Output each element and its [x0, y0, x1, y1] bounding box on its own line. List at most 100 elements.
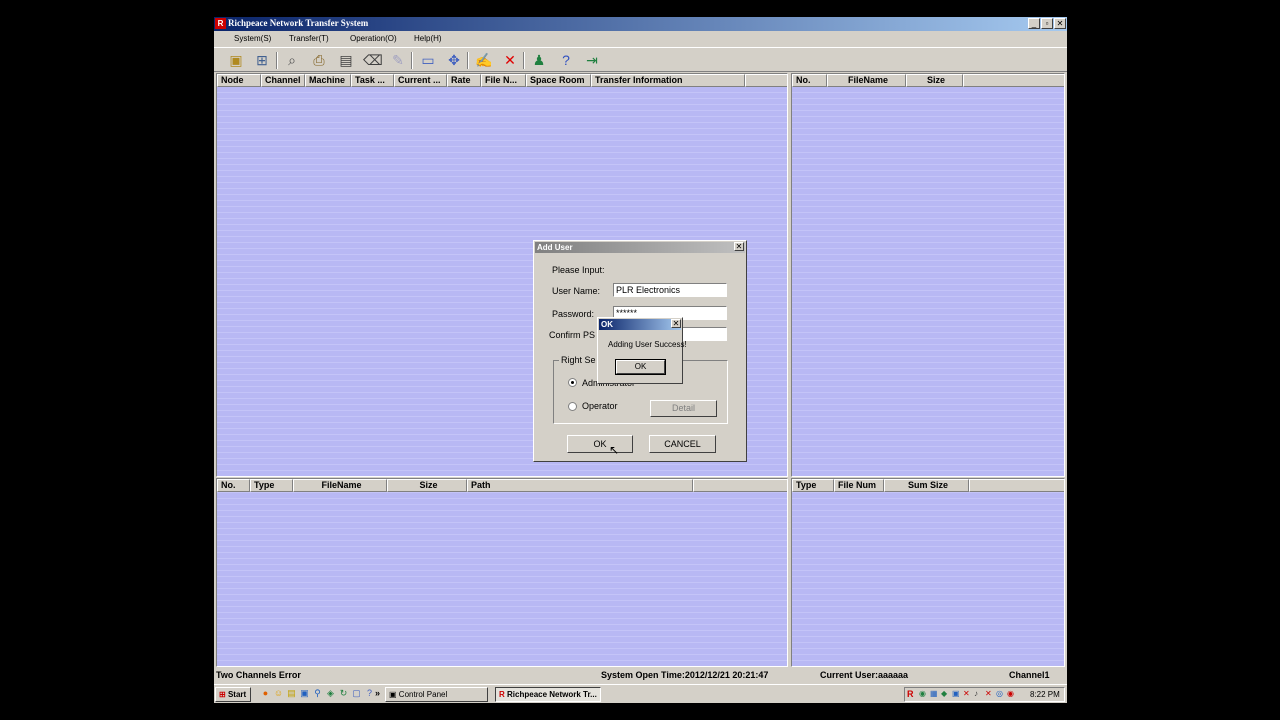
tray-icon[interactable]: ✕	[985, 689, 992, 698]
message-ok-button[interactable]: OK	[615, 359, 666, 375]
folder-icon[interactable]: ▤	[337, 51, 355, 69]
desktop-icon[interactable]: ▢	[351, 688, 362, 699]
edit-icon[interactable]: ✍	[475, 51, 493, 69]
message-close-button[interactable]: ✕	[671, 319, 681, 328]
operator-radio[interactable]	[568, 402, 577, 411]
chat-icon[interactable]: ☺	[273, 688, 284, 699]
clock[interactable]: 8:22 PM	[1030, 690, 1060, 699]
right-setting-label: Right Se	[559, 355, 598, 365]
file-list-panel[interactable]: No. FileName Size	[791, 73, 1065, 477]
tray-icon[interactable]: ◎	[996, 689, 1003, 698]
select-icon[interactable]: ▭	[419, 51, 437, 69]
column-header-task[interactable]: Task ...	[351, 74, 394, 87]
column-header-no[interactable]: No.	[217, 479, 250, 492]
help-icon[interactable]: ?	[557, 51, 575, 69]
column-header-sum-size[interactable]: Sum Size	[884, 479, 969, 492]
column-header-channel[interactable]: Channel	[261, 74, 305, 87]
task-file-panel[interactable]: No. Type FileName Size Path	[216, 478, 788, 667]
taskbar: ⊞ Start ● ☺ ▤ ▣ ⚲ ◈ ↻ ▢ ? » ▣ Control Pa…	[214, 684, 1067, 703]
toolbar: ▣ ⊞ ⌕ ⎙ ▤ ⌫ ✎ ▭ ✥ ✍ ✕ ♟ ? ⇥	[214, 47, 1067, 72]
status-error-text: Two Channels Error	[216, 670, 301, 680]
column-header-machine[interactable]: Machine	[305, 74, 351, 87]
menu-transfer[interactable]: Transfer(T)	[289, 34, 329, 43]
app-logo-icon: R	[215, 18, 226, 29]
title-bar[interactable]: R Richpeace Network Transfer System _ ▫ …	[214, 17, 1067, 31]
minimize-button[interactable]: _	[1028, 18, 1040, 29]
message-text: Adding User Success!	[608, 340, 687, 349]
user-icon[interactable]: ♟	[530, 51, 548, 69]
system-tray: R ◉ ▦ ◆ ▣ ✕ ♪ ✕ ◎ ◉ 8:22 PM	[904, 687, 1065, 702]
menu-help[interactable]: Help(H)	[414, 34, 442, 43]
user-name-input[interactable]: PLR Electronics	[613, 283, 727, 297]
trash-icon[interactable]: ⌫	[363, 51, 383, 69]
delete-icon[interactable]: ✕	[501, 51, 519, 69]
column-header-file-num[interactable]: File Num	[834, 479, 884, 492]
toolbar-separator	[523, 52, 525, 69]
ok-button[interactable]: OK	[567, 435, 633, 453]
menu-bar: System(S) Transfer(T) Operation(O) Help(…	[214, 32, 1067, 45]
column-header-node[interactable]: Node	[217, 74, 261, 87]
taskbar-item-control-panel[interactable]: ▣ Control Panel	[385, 687, 488, 702]
tray-icon[interactable]: ◆	[941, 689, 947, 698]
operator-label: Operator	[582, 401, 618, 411]
status-channel: Channel1	[1009, 670, 1050, 680]
tray-icon[interactable]: ✕	[963, 689, 970, 698]
message-dialog-title[interactable]: OK	[599, 319, 681, 330]
menu-operation[interactable]: Operation(O)	[350, 34, 397, 43]
add-user-dialog-title[interactable]: Add User	[535, 242, 745, 253]
summary-panel[interactable]: Type File Num Sum Size	[791, 478, 1065, 667]
explorer-icon[interactable]: ▣	[299, 688, 310, 699]
column-header-file-num[interactable]: File N...	[481, 74, 526, 87]
firefox-icon[interactable]: ●	[260, 688, 271, 699]
tray-icon[interactable]: ◉	[919, 689, 926, 698]
network-icon[interactable]: ⚲	[312, 688, 323, 699]
column-header-type[interactable]: Type	[792, 479, 834, 492]
maximize-button[interactable]: ▫	[1041, 18, 1053, 29]
richpeace-tray-icon[interactable]: R	[907, 689, 914, 699]
column-header-no[interactable]: No.	[792, 74, 827, 87]
administrator-radio[interactable]	[568, 378, 577, 387]
printer-icon[interactable]: ⎙	[310, 51, 328, 69]
column-header-current[interactable]: Current ...	[394, 74, 447, 87]
search-icon[interactable]: ⌕	[283, 51, 301, 69]
volume-icon[interactable]: ♪	[974, 689, 978, 698]
quick-launch-more[interactable]: »	[372, 688, 383, 699]
column-header-space-room[interactable]: Space Room	[526, 74, 591, 87]
taskbar-item-label: Control Panel	[398, 690, 448, 699]
mouse-cursor-icon: ↖	[609, 443, 620, 457]
taskbar-item-richpeace[interactable]: R Richpeace Network Tr...	[495, 687, 601, 702]
open-icon[interactable]: ▣	[227, 51, 245, 69]
media-icon[interactable]: ◈	[325, 688, 336, 699]
tray-icon[interactable]: ◉	[1007, 689, 1014, 698]
app-window: R Richpeace Network Transfer System _ ▫ …	[214, 17, 1067, 703]
message-dialog: OK ✕ Adding User Success! OK	[597, 317, 687, 384]
close-button[interactable]: ✕	[1054, 18, 1066, 29]
network-icon[interactable]: ⊞	[253, 51, 271, 69]
move-icon[interactable]: ✥	[445, 51, 463, 69]
wrench-icon[interactable]: ✎	[389, 51, 407, 69]
cancel-button[interactable]: CANCEL	[649, 435, 716, 453]
column-header-transfer-information[interactable]: Transfer Information	[591, 74, 745, 87]
status-current-user: Current User:aaaaaa	[820, 670, 909, 680]
refresh-icon[interactable]: ↻	[338, 688, 349, 699]
detail-button[interactable]: Detail	[650, 400, 717, 417]
dialog-close-button[interactable]: ✕	[734, 242, 744, 251]
column-header-size[interactable]: Size	[906, 74, 963, 87]
please-input-label: Please Input:	[552, 265, 605, 275]
start-button[interactable]: ⊞ Start	[215, 687, 251, 702]
tray-icon[interactable]: ▣	[952, 689, 960, 698]
folder-icon[interactable]: ▤	[286, 688, 297, 699]
column-header-filename[interactable]: FileName	[827, 74, 906, 87]
tray-icon[interactable]: ▦	[930, 689, 938, 698]
column-header-blank	[745, 74, 787, 87]
confirm-password-label: Confirm PS	[549, 330, 596, 340]
column-header-path[interactable]: Path	[467, 479, 693, 492]
window-title: Richpeace Network Transfer System	[228, 18, 369, 28]
column-header-size[interactable]: Size	[387, 479, 467, 492]
column-header-type[interactable]: Type	[250, 479, 293, 492]
column-header-filename[interactable]: FileName	[293, 479, 387, 492]
menu-system[interactable]: System(S)	[234, 34, 271, 43]
column-header-rate[interactable]: Rate	[447, 74, 481, 87]
toolbar-separator	[411, 52, 413, 69]
exit-icon[interactable]: ⇥	[583, 51, 601, 69]
